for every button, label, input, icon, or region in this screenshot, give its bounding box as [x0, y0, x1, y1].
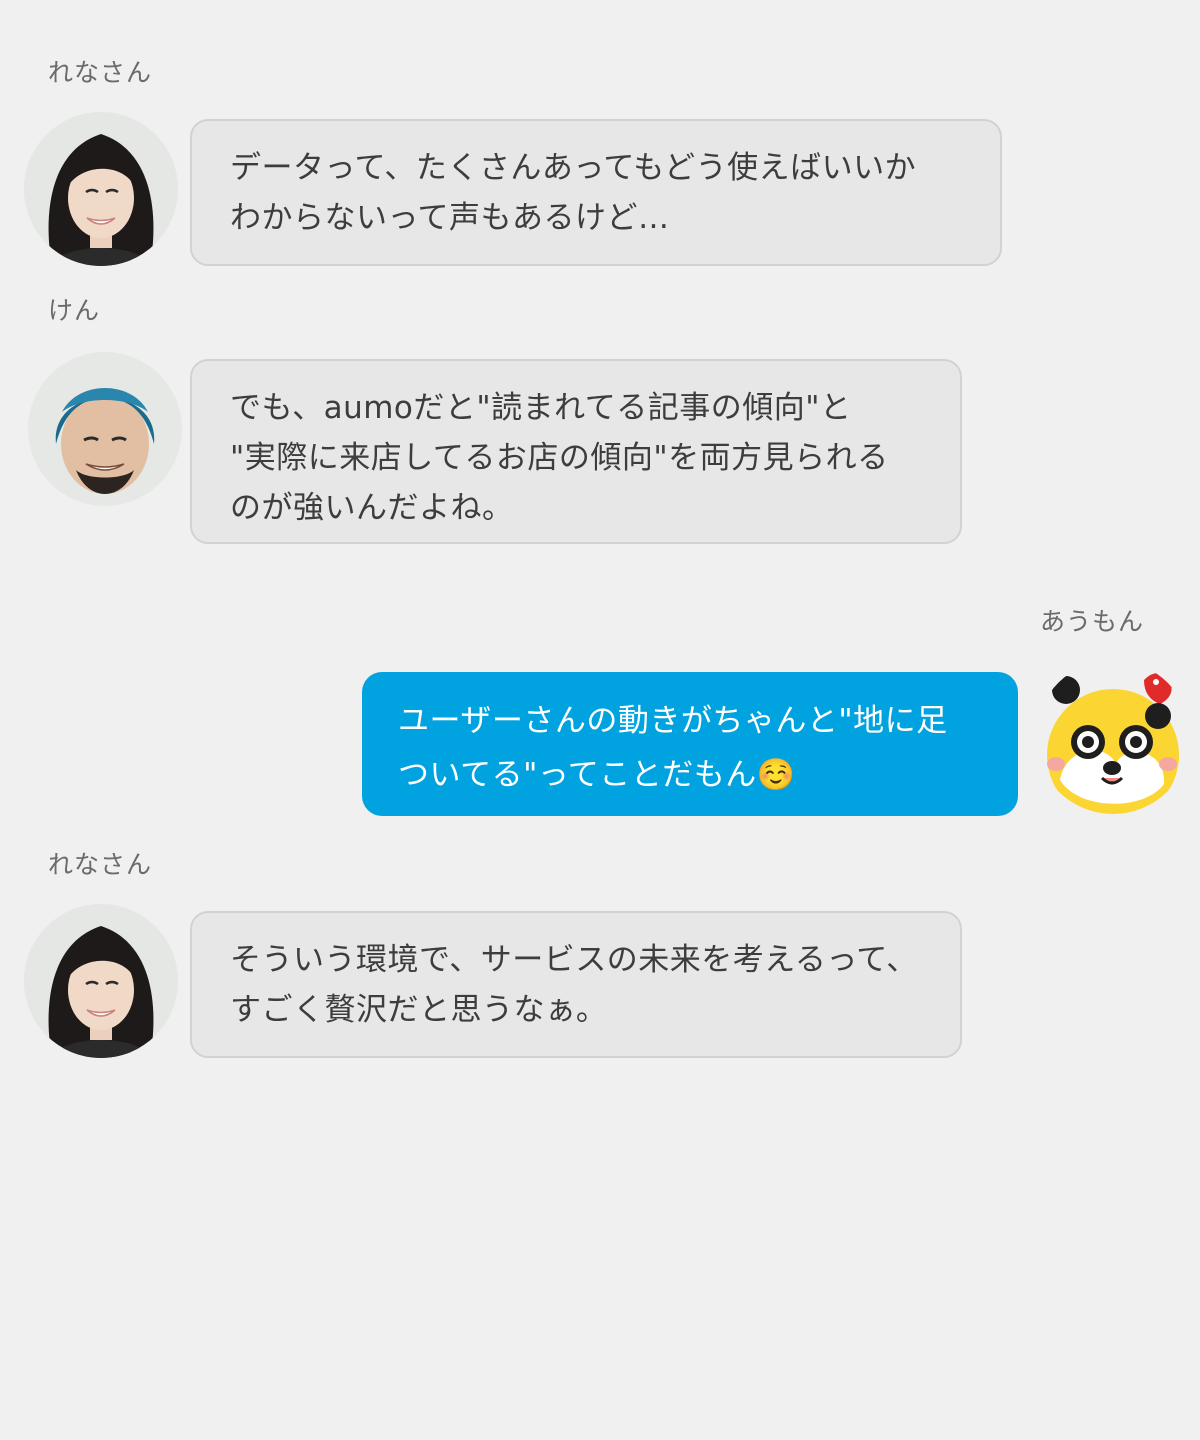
mascot-dog-icon — [1036, 660, 1190, 814]
person-photo-icon — [28, 352, 182, 506]
sender-name: あうもん — [1040, 607, 1145, 636]
sender-name: けん — [48, 296, 101, 325]
sender-name: れなさん — [48, 58, 153, 87]
avatar-mascot — [1036, 660, 1190, 814]
message-bubble: データって、たくさんあってもどう使えばいいか わからないって声もあるけど… — [190, 119, 1002, 266]
message-bubble: でも、aumoだと"読まれてる記事の傾向"と "実際に来店してるお店の傾向"を両… — [190, 359, 962, 544]
person-photo-icon — [24, 112, 178, 266]
sender-name: れなさん — [48, 850, 153, 879]
person-photo-icon — [24, 904, 178, 1058]
message-bubble-self: ユーザーさんの動きがちゃんと"地に足 ついてる"ってことだもん☺️ — [362, 672, 1018, 816]
avatar-man — [28, 352, 182, 506]
avatar-woman — [24, 904, 178, 1058]
avatar-woman — [24, 112, 178, 266]
message-bubble: そういう環境で、サービスの未来を考えるって、 すごく贅沢だと思うなぁ。 — [190, 911, 962, 1058]
